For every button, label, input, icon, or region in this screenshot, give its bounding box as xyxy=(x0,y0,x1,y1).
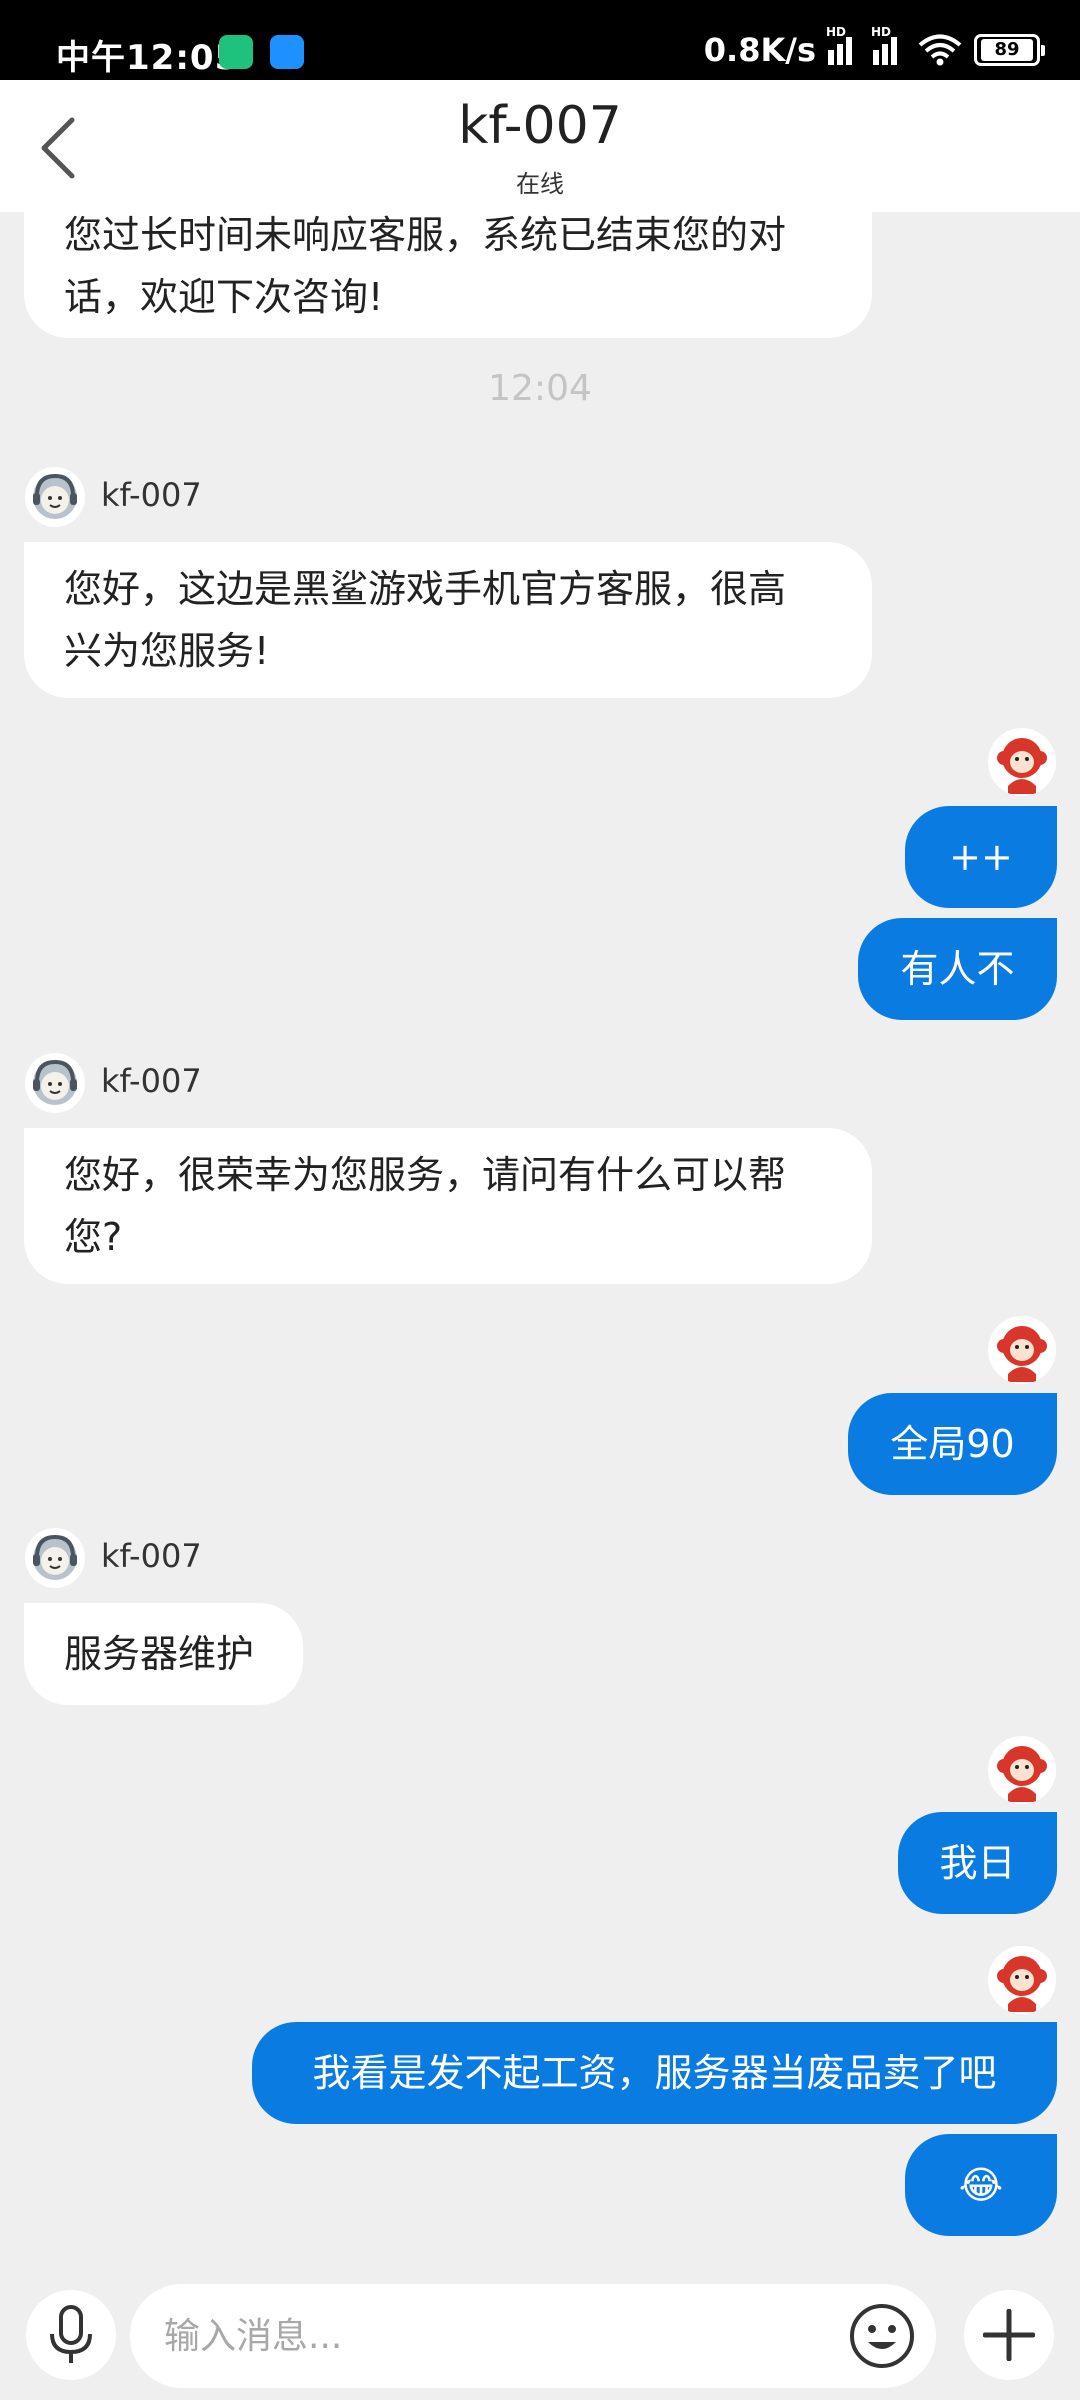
user-avatar[interactable] xyxy=(988,1946,1056,2014)
agent-name: kf-007 xyxy=(101,1537,202,1575)
signal-icon: HD xyxy=(826,25,861,65)
agent-avatar[interactable] xyxy=(24,1052,86,1114)
message-bubble-outgoing: 有人不 xyxy=(858,918,1057,1020)
user-avatar[interactable] xyxy=(988,1736,1056,1804)
message-input[interactable] xyxy=(164,2310,804,2362)
agent-name: kf-007 xyxy=(101,476,202,514)
network-speed: 0.8K/s xyxy=(703,31,816,69)
message-input-bar xyxy=(0,2260,1080,2400)
message-bubble-outgoing: ++ xyxy=(905,806,1057,908)
user-avatar[interactable] xyxy=(988,1316,1056,1384)
message-bubble-incoming: 您过长时间未响应客服，系统已结束您的对 话，欢迎下次咨询! xyxy=(24,212,872,338)
plus-icon xyxy=(983,2309,1035,2361)
status-time: 中午12:05 xyxy=(56,38,240,78)
voice-button[interactable] xyxy=(26,2290,116,2380)
notification-app-icon-2 xyxy=(270,35,304,69)
more-options-button[interactable] xyxy=(964,2290,1054,2380)
wifi-icon xyxy=(918,34,962,66)
chat-header: kf-007 在线 xyxy=(0,80,1080,212)
message-bubble-outgoing: 我看是发不起工资，服务器当废品卖了吧 xyxy=(252,2022,1057,2124)
message-bubble-incoming: 您好，很荣幸为您服务，请问有什么可以帮 您? xyxy=(24,1128,872,1284)
emoji-icon[interactable] xyxy=(848,2302,916,2370)
signal-icon-2: HD xyxy=(871,25,906,65)
agent-name: kf-007 xyxy=(101,1062,202,1100)
user-avatar[interactable] xyxy=(988,728,1056,796)
battery-icon: 89 xyxy=(974,34,1045,66)
message-bubble-incoming: 您好，这边是黑鲨游戏手机官方客服，很高 兴为您服务! xyxy=(24,542,872,698)
message-input-container[interactable] xyxy=(130,2284,936,2388)
message-timestamp: 12:04 xyxy=(488,368,592,409)
agent-avatar[interactable] xyxy=(24,1527,86,1589)
status-bar: 中午12:05 0.8K/s HD HD 89 xyxy=(0,0,1080,80)
message-bubble-outgoing: 我日 xyxy=(898,1812,1057,1914)
microphone-icon xyxy=(50,2305,92,2363)
online-status: 在线 xyxy=(516,170,564,198)
message-bubble-outgoing: 😂 xyxy=(905,2134,1057,2236)
chat-title: kf-007 xyxy=(458,96,622,156)
notification-app-icon xyxy=(219,35,253,69)
message-bubble-outgoing: 全局90 xyxy=(848,1393,1057,1495)
message-bubble-incoming: 服务器维护 xyxy=(24,1603,303,1705)
agent-avatar[interactable] xyxy=(24,466,86,528)
